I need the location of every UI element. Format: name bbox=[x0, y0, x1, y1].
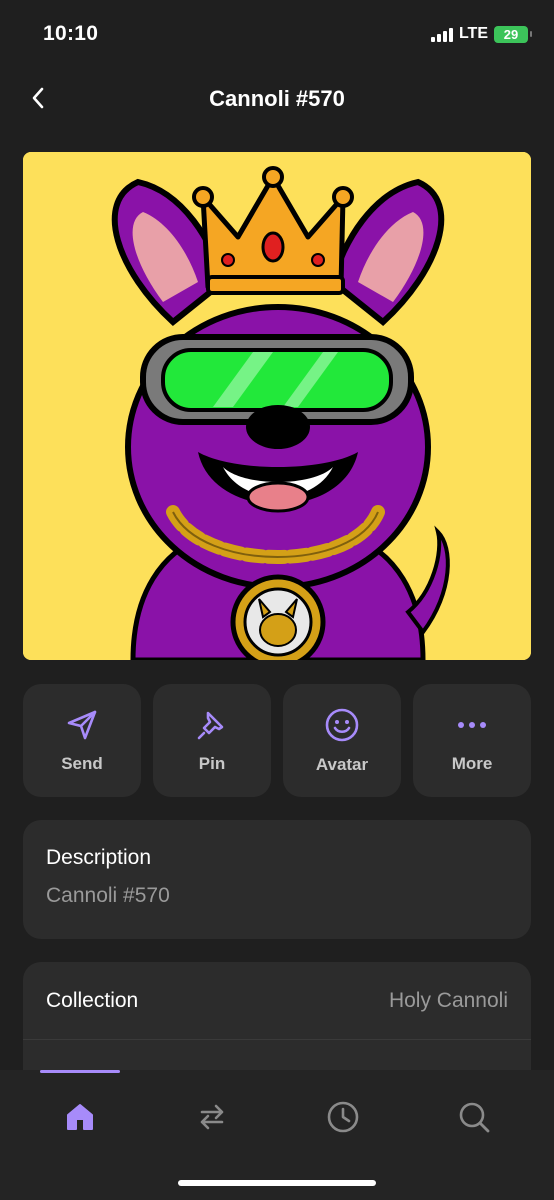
description-card: Description Cannoli #570 bbox=[23, 820, 531, 939]
status-bar: 10:10 LTE 29 bbox=[0, 0, 554, 70]
signal-icon bbox=[430, 26, 453, 42]
avatar-button[interactable]: Avatar bbox=[283, 684, 401, 797]
smiley-icon bbox=[325, 708, 359, 741]
pin-icon bbox=[197, 711, 224, 739]
more-button[interactable]: More bbox=[413, 684, 531, 797]
more-icon bbox=[458, 721, 486, 728]
collection-title: Collection bbox=[46, 988, 139, 1012]
tab-active-indicator bbox=[40, 1070, 120, 1073]
battery-icon: 29 bbox=[494, 25, 532, 43]
more-label: More bbox=[451, 753, 493, 773]
home-indicator bbox=[178, 1180, 376, 1186]
page-title: Cannoli #570 bbox=[209, 86, 345, 111]
swap-icon bbox=[200, 1104, 224, 1130]
pin-label: Pin bbox=[198, 753, 226, 773]
description-title: Description bbox=[46, 846, 152, 869]
nft-image[interactable] bbox=[23, 152, 531, 660]
search-icon bbox=[459, 1102, 490, 1133]
status-indicators: LTE 29 bbox=[430, 25, 532, 43]
send-button[interactable]: Send bbox=[23, 684, 141, 797]
tab-history[interactable] bbox=[313, 1094, 373, 1140]
collection-value: Holy Cannoli bbox=[388, 988, 508, 1012]
action-buttons: Send Pin Avatar More bbox=[23, 684, 531, 797]
tab-search[interactable] bbox=[444, 1094, 504, 1140]
nav-header: Cannoli #570 bbox=[0, 70, 554, 128]
pin-button[interactable]: Pin bbox=[153, 684, 271, 797]
tab-swap[interactable] bbox=[182, 1094, 242, 1140]
clock-icon bbox=[327, 1101, 359, 1133]
send-label: Send bbox=[61, 753, 103, 773]
home-icon bbox=[67, 1104, 93, 1130]
send-icon bbox=[67, 710, 97, 739]
description-value: Cannoli #570 bbox=[46, 884, 170, 907]
tab-home[interactable] bbox=[50, 1094, 110, 1140]
network-label: LTE bbox=[458, 25, 488, 42]
purple-dog-illustration bbox=[23, 152, 531, 660]
avatar-label: Avatar bbox=[315, 754, 369, 774]
status-time: 10:10 bbox=[43, 22, 99, 45]
collection-row[interactable]: Collection Holy Cannoli bbox=[23, 962, 531, 1040]
